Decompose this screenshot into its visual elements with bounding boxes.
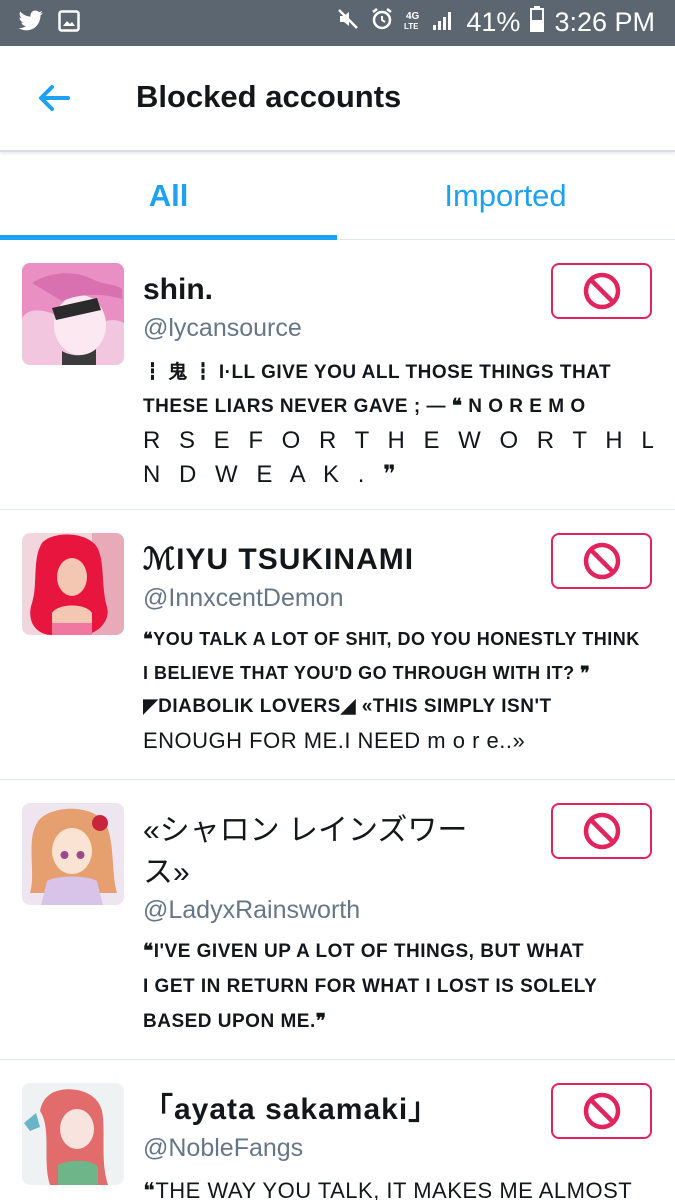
account-name: ℳIYU TSUKINAMI — [143, 543, 415, 576]
account-handle: @InnxcentDemon — [143, 584, 344, 612]
blocked-accounts-list: shin. @lycansource ┇ 鬼 ┇ I·LL GIVE YOU A… — [0, 240, 675, 1200]
bio-line: R S E F O R T H E W O R T H L E S S A — [143, 427, 653, 454]
unblock-button[interactable] — [551, 263, 652, 319]
bio-line: I GET IN RETURN FOR WHAT I LOST IS SOLEL… — [143, 976, 598, 997]
avatar[interactable] — [22, 1083, 124, 1185]
account-handle: @LadyxRainsworth — [143, 896, 361, 924]
bio-line: I BELIEVE THAT YOU'D GO THROUGH WITH IT?… — [143, 663, 591, 683]
block-icon — [583, 542, 620, 580]
bio-line: ❝YOU TALK A LOT OF SHIT, DO YOU HONESTLY… — [143, 629, 640, 649]
account-handle: @NobleFangs — [143, 1134, 304, 1162]
bio-line: ❝I'VE GIVEN UP A LOT OF THINGS, BUT WHAT — [143, 941, 585, 962]
block-icon — [583, 272, 620, 310]
arrow-left-icon — [39, 85, 70, 111]
page-title: Blocked accounts — [136, 79, 402, 114]
account-handle: @lycansource — [143, 314, 302, 342]
list-item[interactable]: 「ayata sakamaki」 @NobleFangs ❝THE WAY YO… — [0, 1060, 675, 1200]
account-bio: ❝THE WAY YOU TALK, IT MAKES ME ALMOST — [143, 1174, 653, 1200]
battery-icon — [530, 6, 545, 39]
list-item[interactable]: «シャロン レインズワー ス» @LadyxRainsworth ❝I'VE G… — [0, 780, 675, 1060]
unblock-button[interactable] — [551, 533, 652, 589]
tab-imported[interactable]: Imported — [337, 152, 674, 240]
bio-line: ┇ 鬼 ┇ I·LL GIVE YOU ALL THOSE THINGS THA… — [143, 362, 612, 383]
account-name: 「ayata sakamaki」 — [143, 1093, 440, 1126]
bio-line: ❝THE WAY YOU TALK, IT MAKES ME ALMOST — [143, 1178, 633, 1200]
bio-line: N D W E A K . ❞ — [143, 461, 402, 488]
account-name: shin. — [143, 273, 214, 306]
bio-line: ◤DIABOLIK LOVERS◢ «THIS SIMPLY ISN'T — [143, 696, 552, 717]
back-button[interactable] — [34, 78, 74, 118]
account-bio: ❝YOU TALK A LOT OF SHIT, DO YOU HONESTLY… — [143, 622, 653, 758]
battery-percent: 41% — [466, 7, 521, 37]
bio-line: ENOUGH FOR ME.I NEED m o r e..» — [143, 728, 526, 753]
tab-all[interactable]: All — [0, 152, 337, 240]
bio-line: THESE LIARS NEVER GAVE ; — ❝ N O R E M O — [143, 396, 586, 417]
account-bio: ┇ 鬼 ┇ I·LL GIVE YOU ALL THOSE THINGS THA… — [143, 356, 653, 492]
app-bar: Blocked accounts — [0, 46, 675, 152]
account-bio: ❝I'VE GIVEN UP A LOT OF THINGS, BUT WHAT… — [143, 934, 653, 1039]
alarm-icon — [370, 7, 394, 38]
mute-icon — [336, 7, 360, 38]
bio-line: BASED UPON ME.❞ — [143, 1011, 327, 1032]
block-icon — [583, 1092, 620, 1130]
account-name: «シャロン レインズワー ス» — [143, 814, 468, 889]
twitter-bird-icon — [18, 10, 44, 37]
unblock-button[interactable] — [551, 803, 652, 859]
clock: 3:26 PM — [554, 7, 655, 37]
block-icon — [583, 812, 620, 850]
avatar[interactable] — [22, 803, 124, 905]
list-item[interactable]: shin. @lycansource ┇ 鬼 ┇ I·LL GIVE YOU A… — [0, 240, 675, 510]
avatar[interactable] — [22, 263, 124, 365]
tab-bar: All Imported — [0, 152, 675, 240]
avatar[interactable] — [22, 533, 124, 635]
unblock-button[interactable] — [551, 1083, 652, 1139]
svg-text:4G: 4G — [406, 11, 420, 22]
svg-text:LTE: LTE — [404, 22, 419, 31]
network-type-icon: 4G LTE — [404, 8, 422, 37]
list-item[interactable]: ℳIYU TSUKINAMI @InnxcentDemon ❝YOU TALK … — [0, 510, 675, 780]
image-icon — [58, 10, 80, 37]
status-bar: 4G LTE 41% 3:26 PM — [0, 0, 675, 46]
signal-icon — [432, 7, 456, 38]
